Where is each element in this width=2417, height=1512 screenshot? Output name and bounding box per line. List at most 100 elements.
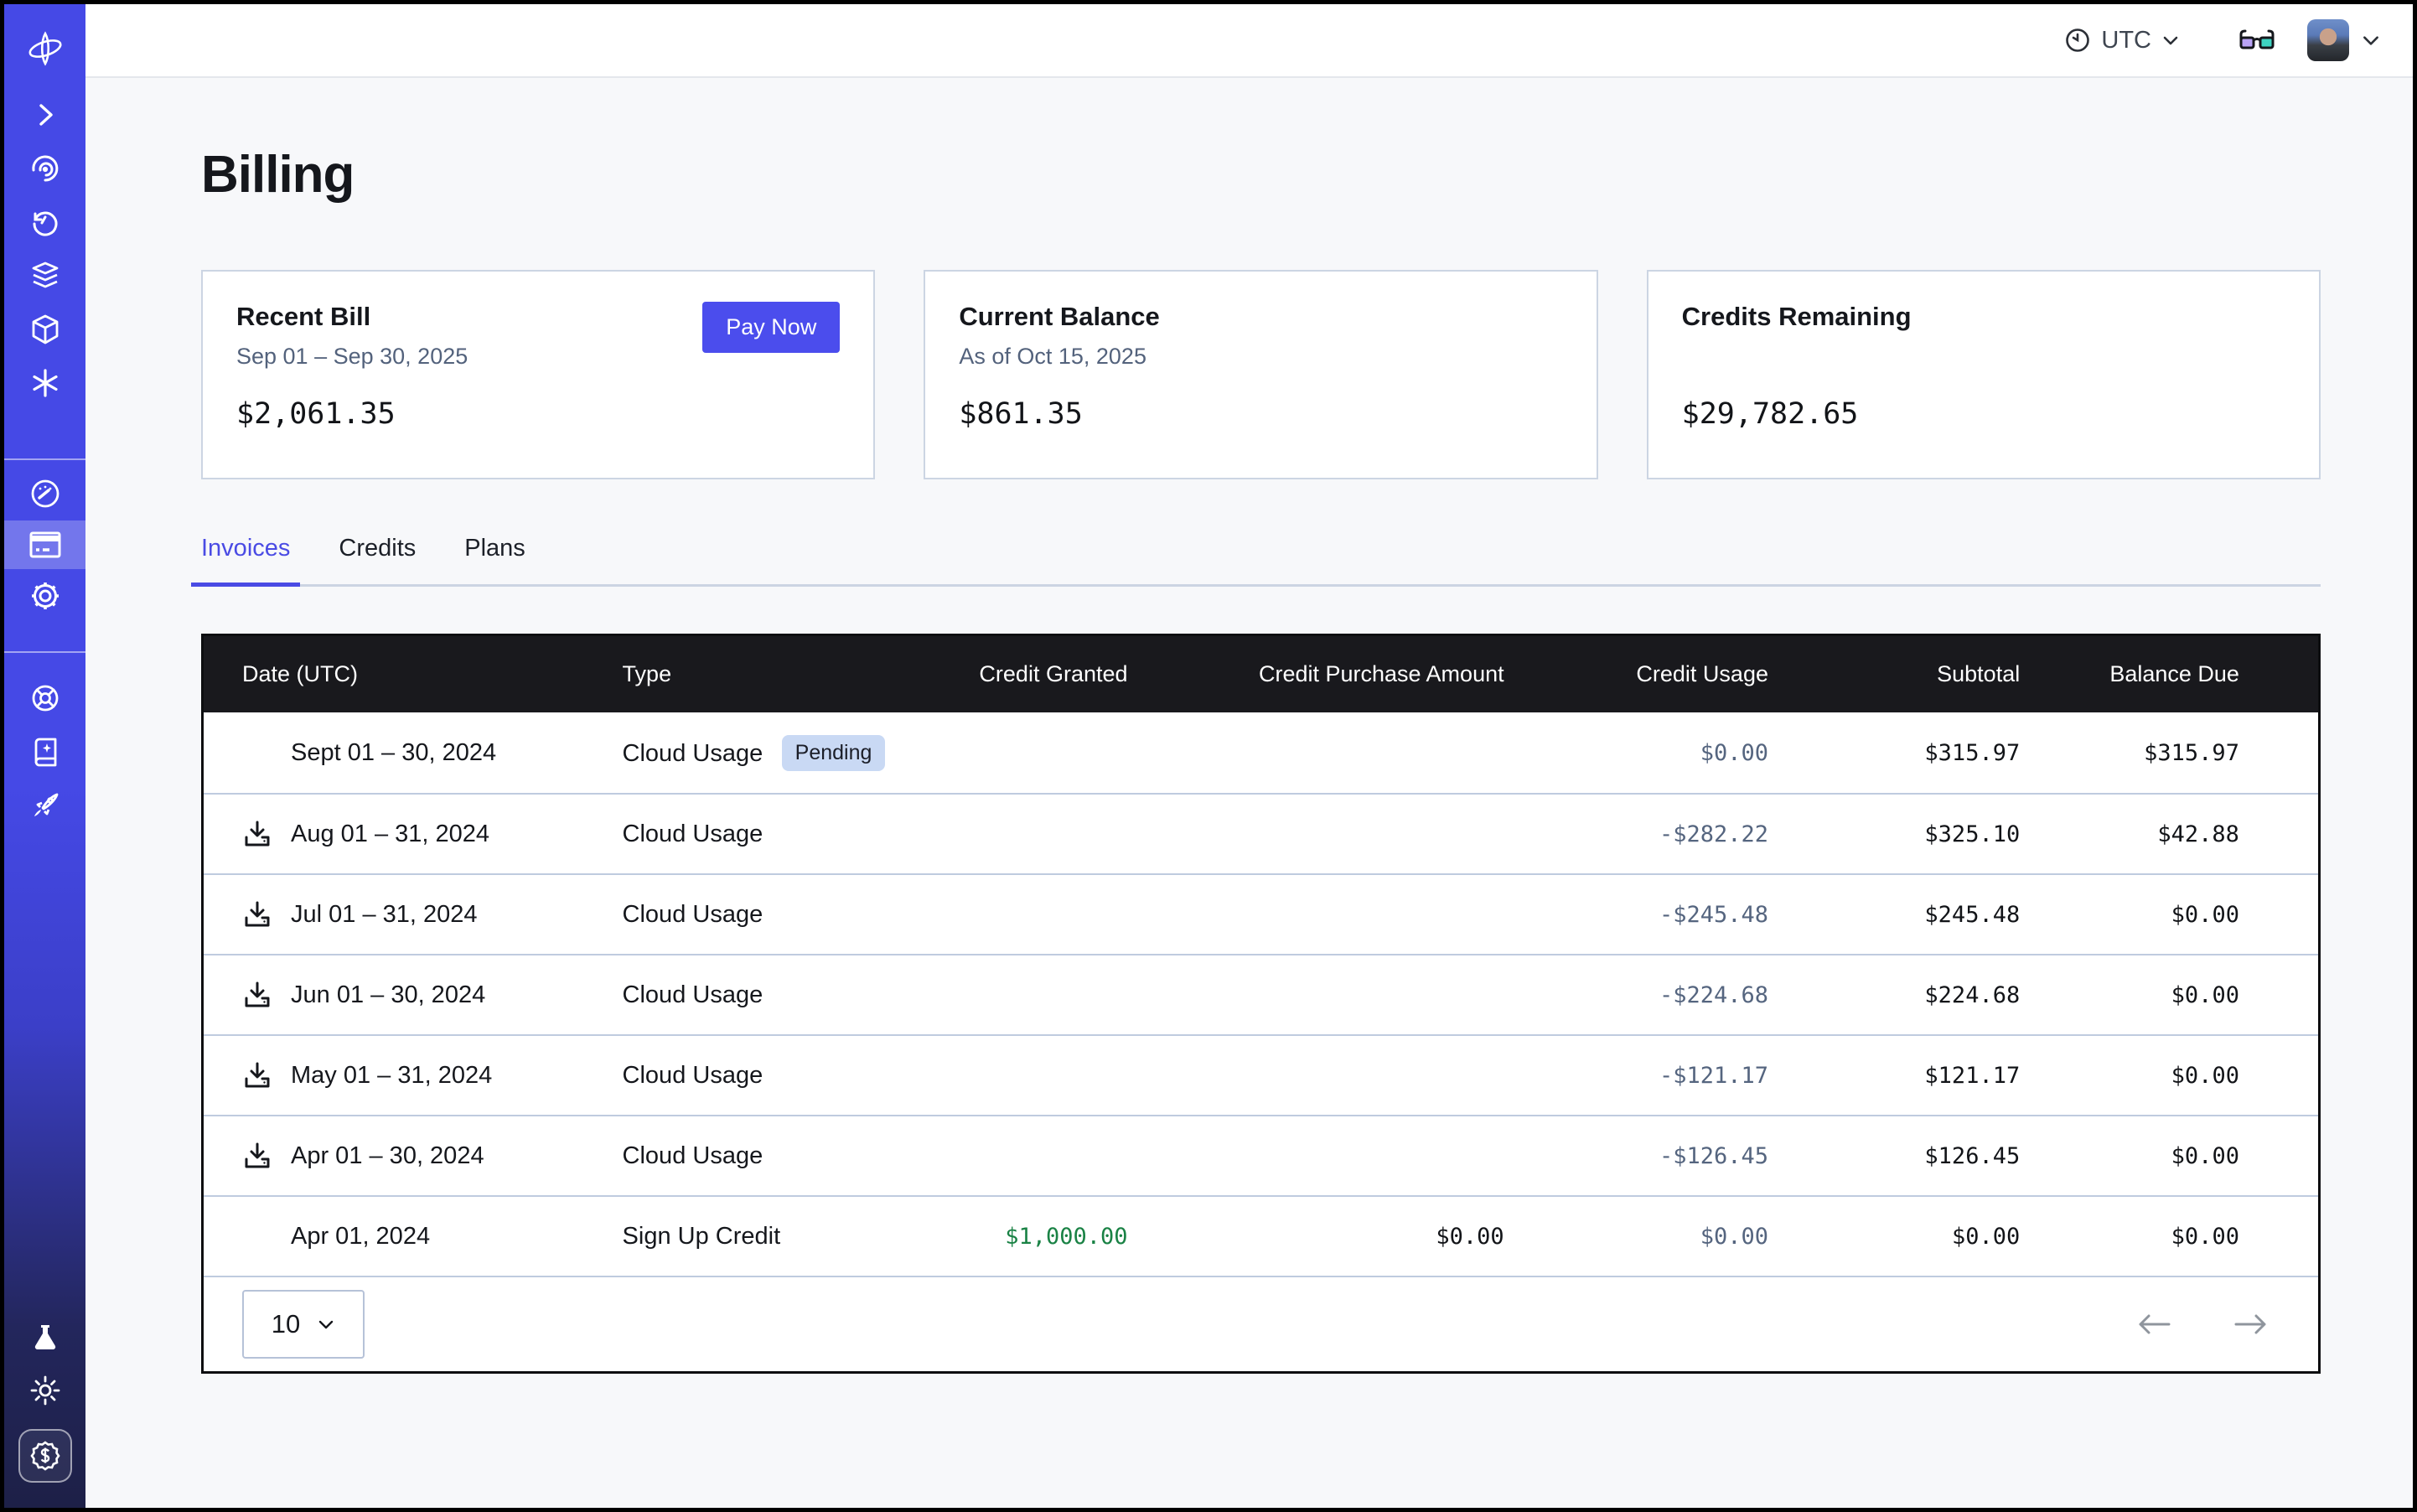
topbar: UTC (85, 4, 2413, 78)
credit-usage-value: -$126.45 (1659, 1143, 1768, 1169)
invoice-date: Apr 01 – 30, 2024 (291, 1142, 484, 1170)
download-invoice-icon[interactable] (242, 899, 272, 929)
balance-due-value: $315.97 (2144, 740, 2239, 766)
asterisk-icon[interactable] (4, 356, 85, 410)
arrow-left-icon (2135, 1313, 2172, 1336)
column-header: Balance Due (2020, 661, 2318, 687)
previous-page-button[interactable] (2135, 1313, 2172, 1336)
invoice-date: Jul 01 – 31, 2024 (291, 901, 478, 929)
logo-orbit-icon[interactable] (4, 29, 85, 68)
invoices-table: Date (UTC)TypeCredit GrantedCredit Purch… (201, 634, 2321, 1374)
download-invoice-icon[interactable] (242, 980, 272, 1010)
sidebar-item-billing[interactable] (4, 520, 85, 569)
column-header: Type (623, 661, 931, 687)
table-row: Jul 01 – 31, 2024 Cloud Usage -$245.48 $… (204, 873, 2318, 954)
app-window: UTC Billing Recent Bill Sep 01 – Sep (0, 0, 2417, 1512)
column-header: Credit Granted (931, 661, 1128, 687)
credit-purchase-value: $0.00 (1436, 1224, 1504, 1250)
card-amount: $2,061.35 (236, 397, 840, 431)
card-subtitle: As of Oct 15, 2025 (959, 344, 1562, 370)
subtotal-value: $0.00 (1952, 1224, 2020, 1250)
chevron-right-icon[interactable] (4, 88, 85, 142)
subtotal-value: $126.45 (1924, 1143, 2020, 1169)
spiral-eye-icon[interactable] (4, 142, 85, 195)
history-clock-icon[interactable] (4, 195, 85, 249)
recent-bill-card: Recent Bill Sep 01 – Sep 30, 2025 $2,061… (201, 270, 875, 479)
pay-now-button[interactable]: Pay Now (702, 302, 840, 353)
table-row: Apr 01 – 30, 2024 Cloud Usage -$126.45 $… (204, 1115, 2318, 1195)
chevron-down-icon[interactable] (2361, 30, 2381, 50)
chevron-down-icon (317, 1315, 335, 1333)
invoice-type: Cloud Usage (623, 740, 763, 767)
tab-invoices[interactable]: Invoices (201, 535, 290, 584)
subtotal-value: $224.68 (1924, 982, 2020, 1008)
book-sparkle-icon[interactable] (4, 725, 85, 779)
balance-due-value: $0.00 (2171, 1224, 2239, 1250)
balance-due-value: $0.00 (2171, 902, 2239, 928)
balance-due-value: $0.00 (2171, 1143, 2239, 1169)
credit-usage-value: -$282.22 (1659, 821, 1768, 847)
download-invoice-icon[interactable] (242, 819, 272, 849)
layers-icon[interactable] (4, 249, 85, 303)
credit-usage-value: $0.00 (1700, 740, 1768, 766)
card-amount: $861.35 (959, 397, 1562, 431)
invoice-date: May 01 – 31, 2024 (291, 1062, 492, 1090)
page-size-value: 10 (272, 1309, 300, 1339)
flask-icon[interactable] (4, 1310, 85, 1364)
invoice-type: Cloud Usage (623, 901, 763, 928)
tab-plans[interactable]: Plans (464, 535, 525, 584)
invoice-type: Cloud Usage (623, 981, 763, 1008)
column-header: Date (UTC) (204, 661, 623, 687)
table-row: Apr 01, 2024 Sign Up Credit $1,000.00 $0… (204, 1195, 2318, 1276)
column-header: Credit Usage (1504, 661, 1768, 687)
credit-usage-value: -$245.48 (1659, 902, 1768, 928)
page-size-select[interactable]: 10 (242, 1290, 365, 1359)
timezone-label: UTC (2101, 27, 2151, 54)
invoice-type: Cloud Usage (623, 1062, 763, 1089)
table-header-row: Date (UTC)TypeCredit GrantedCredit Purch… (204, 636, 2318, 712)
credit-usage-value: -$224.68 (1659, 982, 1768, 1008)
ship-wheel-icon[interactable] (4, 671, 85, 725)
invoice-type: Cloud Usage (623, 821, 763, 847)
credit-usage-value: $0.00 (1700, 1224, 1768, 1250)
timezone-selector[interactable]: UTC (2064, 27, 2180, 54)
sidebar-divider (4, 458, 85, 460)
card-title: Credits Remaining (1682, 302, 2285, 332)
content: Billing Recent Bill Sep 01 – Sep 30, 202… (85, 78, 2413, 1508)
sun-icon[interactable] (4, 1364, 85, 1417)
invoice-type: Sign Up Credit (623, 1223, 781, 1250)
sidebar (4, 4, 85, 1508)
table-row: Sept 01 – 30, 2024 Cloud Usage Pending $… (204, 712, 2318, 793)
main-area: UTC Billing Recent Bill Sep 01 – Sep (85, 4, 2413, 1508)
invoice-date: Apr 01, 2024 (291, 1223, 430, 1251)
summary-cards: Recent Bill Sep 01 – Sep 30, 2025 $2,061… (201, 270, 2321, 479)
download-invoice-icon[interactable] (242, 1141, 272, 1171)
gear-icon[interactable] (4, 569, 85, 623)
table-row: Jun 01 – 30, 2024 Cloud Usage -$224.68 $… (204, 954, 2318, 1034)
card-subtitle (1682, 344, 2285, 370)
chevron-down-icon (2161, 31, 2180, 49)
current-balance-card: Current Balance As of Oct 15, 2025 $861.… (924, 270, 1597, 479)
next-page-button[interactable] (2233, 1313, 2269, 1336)
column-header: Subtotal (1768, 661, 2020, 687)
pagination (2135, 1313, 2269, 1336)
card-title: Current Balance (959, 302, 1562, 332)
glasses-icon[interactable] (2238, 28, 2275, 53)
table-row: May 01 – 31, 2024 Cloud Usage -$121.17 $… (204, 1034, 2318, 1115)
arrow-right-icon (2233, 1313, 2269, 1336)
rocket-icon[interactable] (4, 779, 85, 832)
tab-credits[interactable]: Credits (339, 535, 416, 584)
sidebar-divider (4, 651, 85, 653)
avatar[interactable] (2307, 19, 2349, 61)
gauge-icon[interactable] (4, 467, 85, 520)
credits-remaining-card: Credits Remaining $29,782.65 (1647, 270, 2321, 479)
invoice-date: Jun 01 – 30, 2024 (291, 981, 485, 1009)
credit-usage-value: -$121.17 (1659, 1063, 1768, 1089)
download-invoice-icon[interactable] (242, 1060, 272, 1090)
page-title: Billing (201, 145, 2321, 205)
status-badge: Pending (782, 735, 886, 771)
clock-icon (2064, 27, 2091, 54)
cube-icon[interactable] (4, 303, 85, 356)
balance-due-value: $0.00 (2171, 1063, 2239, 1089)
badge-dollar-icon[interactable] (18, 1429, 72, 1483)
